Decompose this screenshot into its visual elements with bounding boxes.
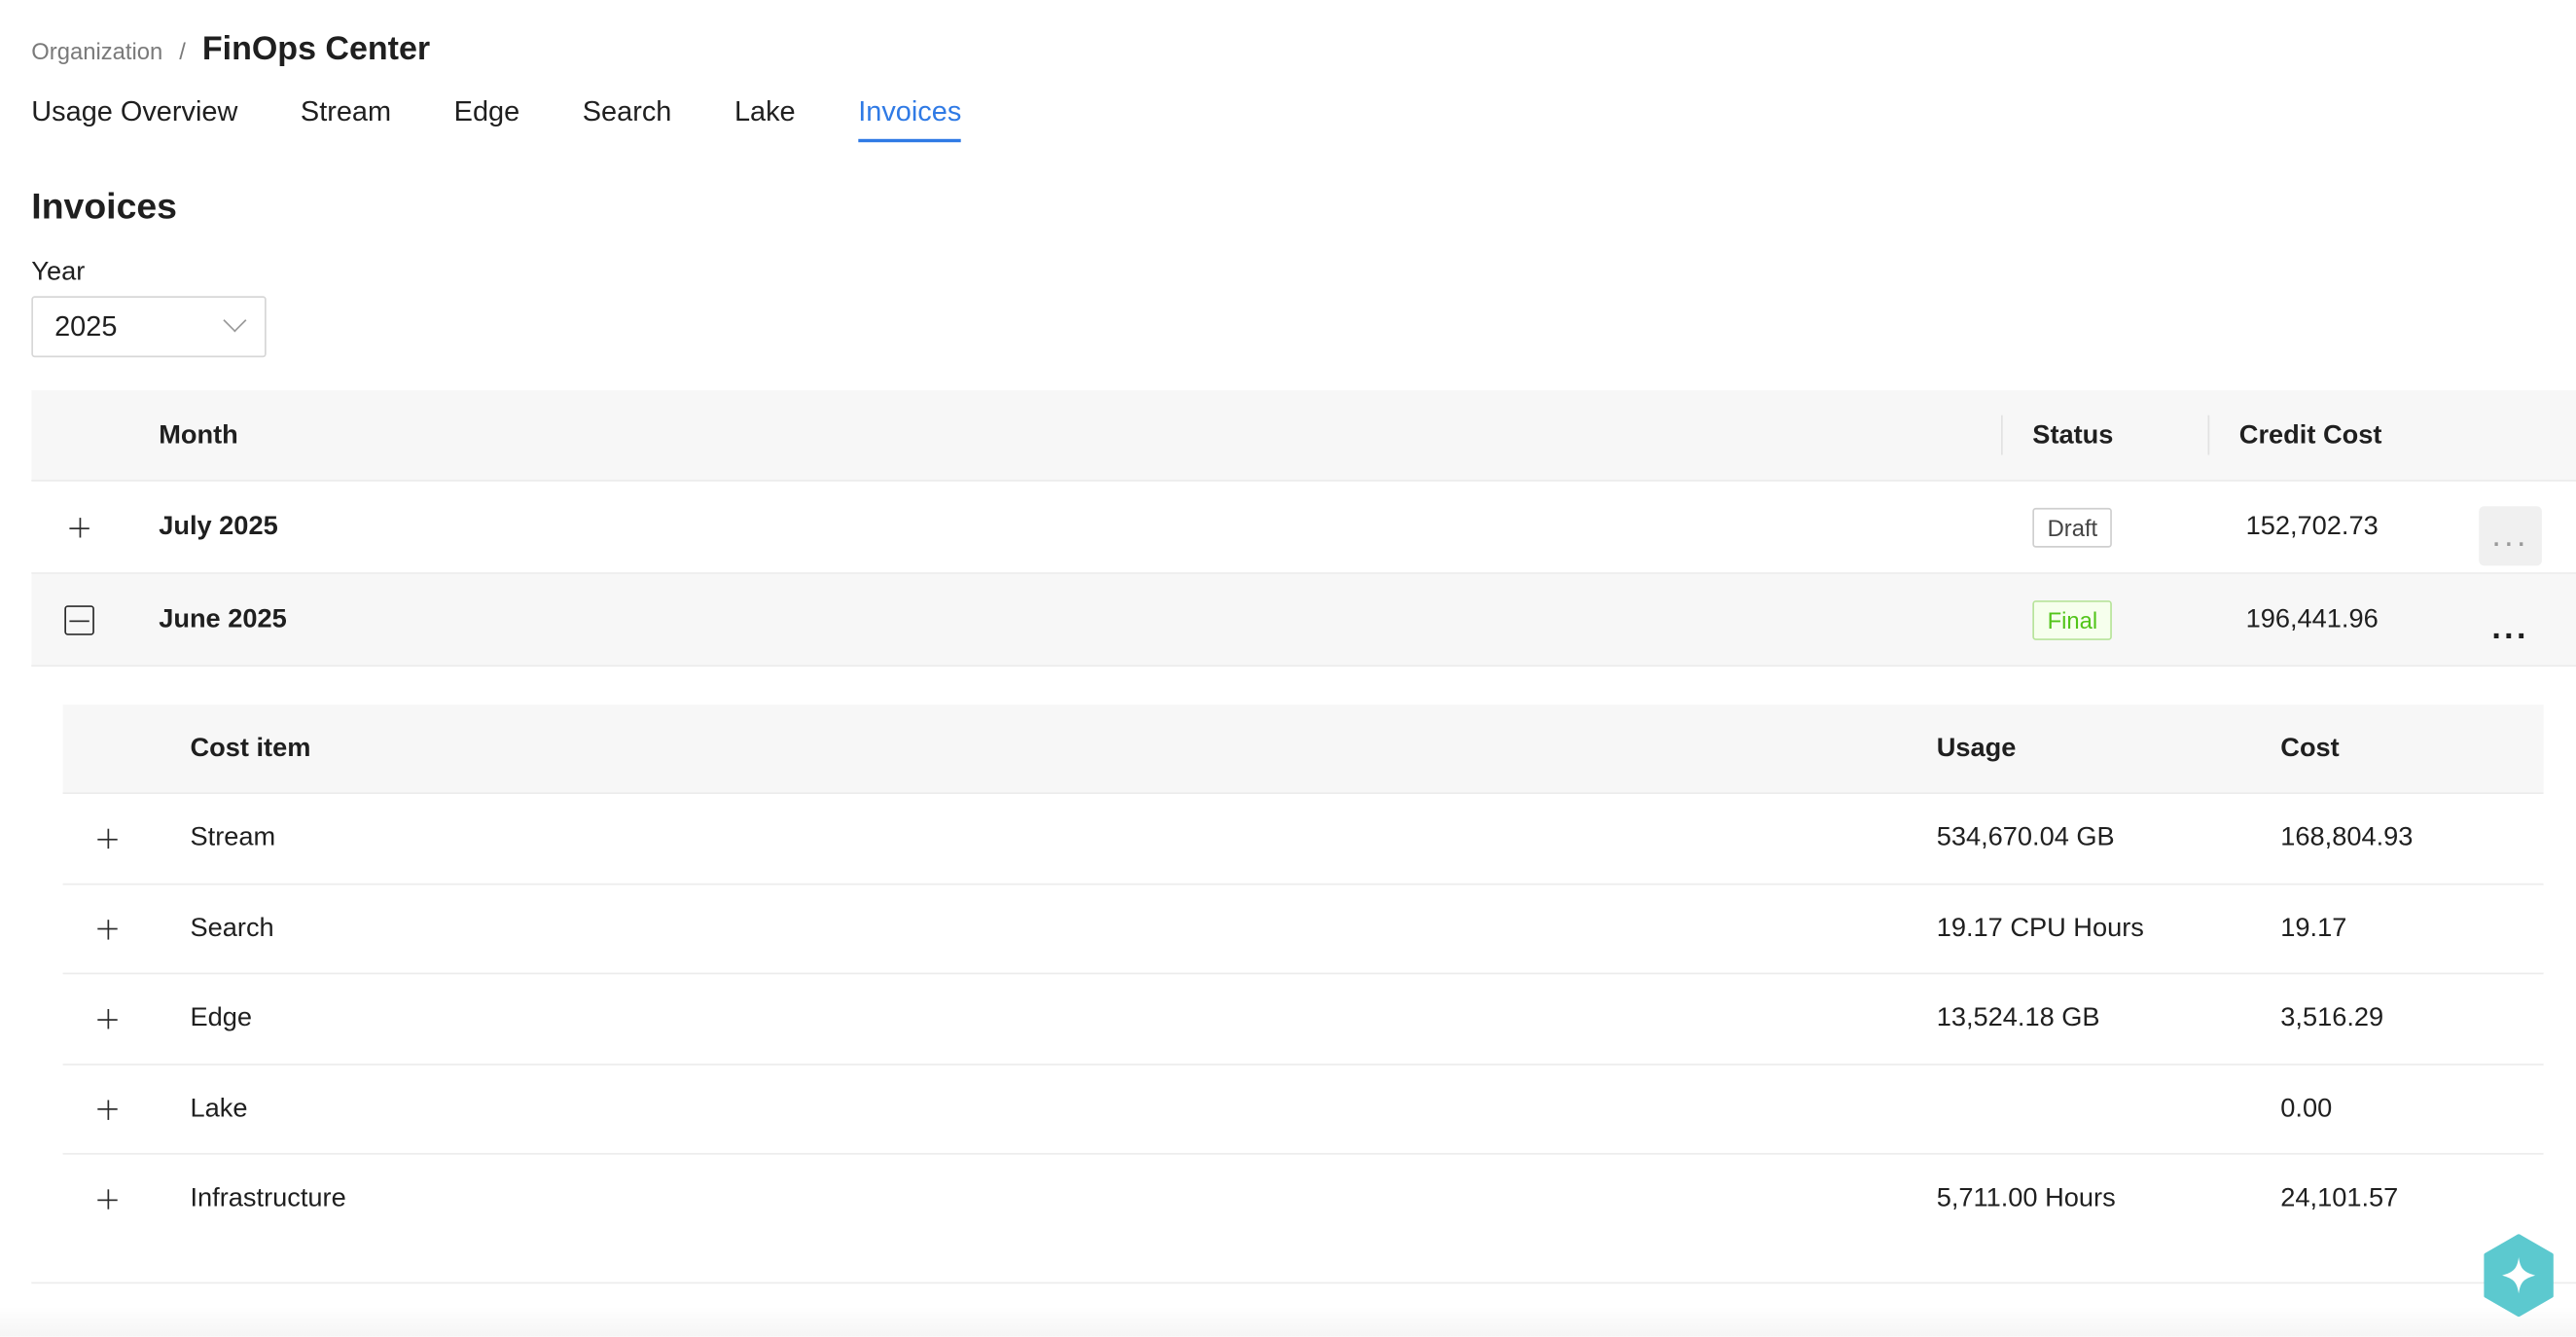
row-status: Draft — [2032, 482, 2113, 574]
row-actions-button[interactable]: ... — [2479, 506, 2542, 566]
invoices-table: Month Status Credit Cost July 2025 Draft… — [31, 390, 2576, 1284]
ellipsis-icon: ... — [2491, 517, 2529, 554]
row-month: June 2025 — [159, 605, 287, 634]
cost-item-cost: 19.17 — [2280, 914, 2347, 943]
cost-items-table: Cost item Usage Cost Stream 534,670.04 G… — [62, 705, 2544, 1246]
plus-icon — [97, 828, 118, 849]
tab-edge[interactable]: Edge — [454, 92, 519, 142]
status-badge: Draft — [2032, 507, 2113, 548]
tab-stream[interactable]: Stream — [301, 92, 391, 142]
cost-item-usage: 534,670.04 GB — [1936, 823, 2115, 852]
plus-icon — [97, 1189, 118, 1211]
assistant-button[interactable] — [2481, 1234, 2557, 1318]
app-root: Organization / FinOps Center Usage Overv… — [0, 0, 2576, 1337]
expand-item-button[interactable] — [96, 1008, 120, 1031]
plus-icon — [97, 1100, 118, 1120]
year-select[interactable]: 2025 — [31, 296, 267, 358]
chevron-down-icon — [223, 307, 247, 332]
tab-invoices[interactable]: Invoices — [858, 92, 962, 143]
tab-search[interactable]: Search — [583, 92, 672, 142]
breadcrumb-separator: / — [179, 37, 186, 64]
header-month: Month — [159, 420, 238, 450]
tab-usage-overview[interactable]: Usage Overview — [31, 92, 237, 142]
cost-item-name: Search — [190, 914, 274, 943]
column-divider — [2001, 415, 2003, 455]
expand-item-button[interactable] — [96, 1098, 120, 1121]
row-actions-button[interactable]: ... — [2479, 598, 2542, 658]
cost-item-cost: 3,516.29 — [2280, 1004, 2384, 1033]
tab-lake[interactable]: Lake — [734, 92, 796, 142]
breadcrumb-organization[interactable]: Organization — [31, 37, 162, 63]
sparkle-icon — [2484, 1234, 2554, 1318]
cost-item-usage: 5,711.00 Hours — [1936, 1184, 2116, 1213]
year-label: Year — [31, 258, 86, 287]
minus-icon — [69, 610, 89, 630]
table-row: Stream 534,670.04 GB 168,804.93 — [62, 794, 2544, 885]
table-row: Edge 13,524.18 GB 3,516.29 — [62, 975, 2544, 1066]
plus-icon — [97, 1009, 118, 1030]
expand-item-button[interactable] — [96, 827, 120, 850]
page-footer-shade — [0, 1307, 2576, 1337]
row-status: Final — [2032, 574, 2113, 667]
cost-item-cost: 24,101.57 — [2280, 1184, 2399, 1213]
table-row: Infrastructure 5,711.00 Hours 24,101.57 — [63, 1155, 2544, 1246]
plus-icon — [97, 919, 118, 939]
cost-item-usage: 13,524.18 GB — [1936, 1004, 2100, 1033]
row-credit-cost: 196,441.96 — [2245, 605, 2379, 634]
table-row: Search 19.17 CPU Hours 19.17 — [62, 885, 2544, 975]
header-status: Status — [2032, 420, 2114, 450]
cost-item-usage: 19.17 CPU Hours — [1936, 914, 2144, 943]
cost-item-cost: 0.00 — [2280, 1095, 2333, 1123]
plus-icon — [69, 518, 89, 538]
table-row: June 2025 Final 196,441.96 ... — [31, 573, 2576, 668]
page-heading: FinOps Center — [201, 31, 431, 68]
expand-row-button[interactable] — [64, 513, 94, 543]
cost-item-name: Infrastructure — [190, 1184, 346, 1213]
table-header: Month Status Credit Cost — [31, 390, 2576, 482]
section-title: Invoices — [31, 185, 177, 227]
collapse-row-button[interactable] — [64, 605, 94, 635]
header-cost-item: Cost item — [190, 734, 311, 763]
cost-item-name: Lake — [190, 1095, 248, 1123]
tab-bar: Usage Overview Stream Edge Search Lake I… — [31, 92, 1024, 143]
cost-item-name: Stream — [190, 823, 276, 852]
table-row: Lake 0.00 — [62, 1065, 2544, 1156]
expand-item-button[interactable] — [96, 918, 120, 941]
year-select-value: 2025 — [54, 309, 118, 343]
header-usage: Usage — [1936, 734, 2017, 763]
breadcrumb: Organization / FinOps Center — [31, 31, 430, 69]
row-credit-cost: 152,702.73 — [2245, 513, 2379, 541]
expanded-row-details: Cost item Usage Cost Stream 534,670.04 G… — [31, 667, 2576, 1284]
cost-item-cost: 168,804.93 — [2280, 823, 2414, 852]
table-row: July 2025 Draft 152,702.73 ... — [31, 482, 2576, 574]
header-cost: Cost — [2280, 734, 2340, 763]
expand-item-button[interactable] — [96, 1188, 120, 1211]
column-divider — [2207, 415, 2210, 455]
nested-table-header: Cost item Usage Cost — [62, 705, 2544, 794]
header-credit-cost: Credit Cost — [2238, 420, 2382, 450]
ellipsis-icon: ... — [2491, 609, 2529, 646]
row-month: July 2025 — [159, 513, 278, 541]
cost-item-name: Edge — [190, 1004, 253, 1033]
status-badge: Final — [2032, 600, 2113, 640]
